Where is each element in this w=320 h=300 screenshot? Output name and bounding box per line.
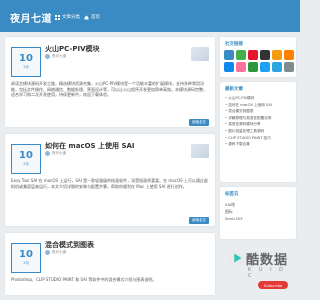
read-more-button[interactable]: 阅读全文 xyxy=(189,119,209,126)
author-avatar xyxy=(45,151,50,156)
post-author[interactable]: 夜月七道 xyxy=(52,54,66,59)
nav-item-categories[interactable]: 文章分类 xyxy=(55,14,80,20)
top-navigation-bar: 夜月七道 文章分类 首页 xyxy=(0,0,300,32)
post-date-box: 10 3月 xyxy=(11,243,41,273)
recent-post-item[interactable]: 源码下载合集 xyxy=(225,141,292,148)
github-icon[interactable] xyxy=(260,50,270,60)
post-thumbnail[interactable] xyxy=(191,47,209,61)
widget-title: 标签云 xyxy=(225,192,239,197)
recent-post-item[interactable]: 混合模式到图表 xyxy=(225,108,292,115)
post-title[interactable]: 混合模式到图表 xyxy=(45,240,94,250)
post-month: 3月 xyxy=(23,162,29,166)
subscribe-button[interactable]: Subscribe xyxy=(258,281,288,289)
social-icon-grid xyxy=(224,50,294,72)
post-author[interactable]: 夜月七道 xyxy=(52,250,66,255)
mail-icon[interactable] xyxy=(272,50,282,60)
post-day: 10 xyxy=(19,249,33,260)
qq-icon[interactable] xyxy=(224,50,234,60)
watermark-subtext: K U I D C xyxy=(248,267,287,279)
site-brand[interactable]: 夜月七道 xyxy=(10,10,52,25)
tag-cloud-widget: 标签云 SAI绘 图标 Sonic353 xyxy=(220,187,296,239)
grid-icon xyxy=(55,14,60,20)
tag-link[interactable]: 图标 xyxy=(225,208,243,215)
widget-title: 最新文章 xyxy=(225,87,243,92)
recent-post-item[interactable]: 图片批量处理工具源码 xyxy=(225,128,292,135)
read-more-button[interactable]: 阅读全文 xyxy=(189,217,209,224)
post-date-box: 10 3月 xyxy=(11,47,41,77)
recent-post-item[interactable]: 详解原理与易语言配置实例 xyxy=(225,115,292,122)
recent-post-item[interactable]: 如何在 macOS 上使用 SAI xyxy=(225,102,292,109)
bilibili-icon[interactable] xyxy=(236,62,246,72)
nav-label: 文章分类 xyxy=(62,15,80,20)
nav-label: 首页 xyxy=(91,15,100,20)
douban-icon[interactable] xyxy=(248,62,258,72)
author-avatar xyxy=(45,250,50,255)
tag-list: SAI绘 图标 Sonic353 xyxy=(225,201,243,222)
author-avatar xyxy=(45,54,50,59)
social-links-widget: 社交链接 xyxy=(220,37,296,77)
post-day: 10 xyxy=(19,150,33,161)
recent-post-item[interactable]: 火山PC-PIV模块 xyxy=(225,95,292,102)
post-card: 10 3月 混合模式到图表 夜月七道 Photoshop、CLIP STUDIO… xyxy=(5,233,215,295)
watermark-text: 酷数据 xyxy=(246,253,289,268)
telegram-icon[interactable] xyxy=(272,62,282,72)
post-excerpt: 易语言模块源码开发之路，精选模块资源合集，火山PC-PIV模块是一个功能丰富的扩… xyxy=(11,81,207,98)
post-title[interactable]: 如何在 macOS 上使用 SAI xyxy=(45,141,135,151)
recent-posts-list: 火山PC-PIV模块如何在 macOS 上使用 SAI混合模式到图表详解原理与易… xyxy=(225,95,292,148)
link-icon[interactable] xyxy=(284,62,294,72)
post-excerpt: Photoshop、CLIP STUDIO PAINT 和 SAI 等软件中的混… xyxy=(11,277,157,282)
post-date-box: 10 3月 xyxy=(11,144,41,174)
recent-post-item[interactable]: 易语言源码模块分享 xyxy=(225,121,292,128)
recent-post-item[interactable]: CLIP STUDIO PAINT 技巧 xyxy=(225,135,292,142)
rss-icon[interactable] xyxy=(284,50,294,60)
post-meta: 夜月七道 xyxy=(45,151,66,156)
watermark-logo: 酷数据 K U I D C xyxy=(228,247,290,283)
weibo-icon[interactable] xyxy=(248,50,258,60)
post-day: 10 xyxy=(19,53,33,64)
play-logo-icon xyxy=(228,249,246,267)
zhihu-icon[interactable] xyxy=(224,62,234,72)
post-meta: 夜月七道 xyxy=(45,250,66,255)
tag-link[interactable]: Sonic353 xyxy=(225,215,243,222)
post-month: 3月 xyxy=(23,65,29,69)
post-author[interactable]: 夜月七道 xyxy=(52,151,66,156)
post-card: 10 3月 火山PC-PIV模块 夜月七道 易语言模块源码开发之路，精选模块资源… xyxy=(5,37,215,127)
post-title[interactable]: 火山PC-PIV模块 xyxy=(45,44,100,54)
post-month: 3月 xyxy=(23,261,29,265)
post-thumbnail[interactable] xyxy=(191,144,209,158)
wechat-icon[interactable] xyxy=(236,50,246,60)
home-icon xyxy=(84,15,89,20)
post-meta: 夜月七道 xyxy=(45,54,66,59)
recent-posts-widget: 最新文章 火山PC-PIV模块如何在 macOS 上使用 SAI混合模式到图表详… xyxy=(220,82,296,182)
tag-link[interactable]: SAI绘 xyxy=(225,201,243,208)
twitter-icon[interactable] xyxy=(260,62,270,72)
post-card: 10 3月 如何在 macOS 上使用 SAI 夜月七道 Easy Tool S… xyxy=(5,134,215,226)
post-excerpt: Easy Tool SAI 在 macOS 上运行，SAI 是一款轻量级的绘画软… xyxy=(11,178,208,189)
nav-item-home[interactable]: 首页 xyxy=(84,14,100,20)
widget-title: 社交链接 xyxy=(225,42,243,47)
